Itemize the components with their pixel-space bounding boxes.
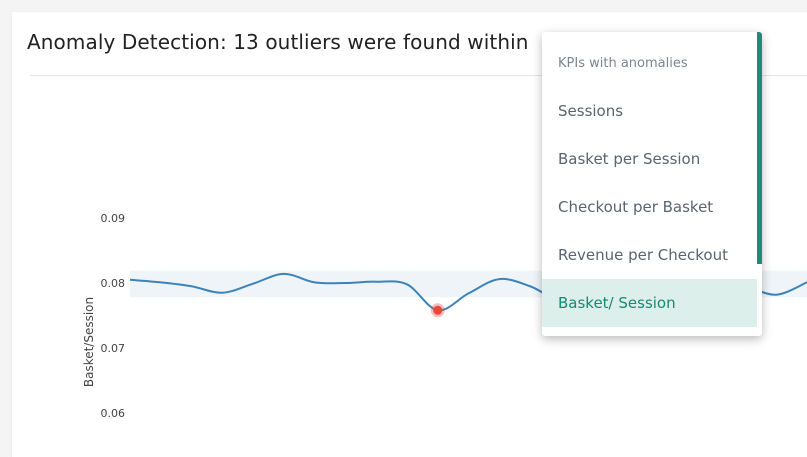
dropdown-item-basket-session-selected[interactable]: Basket/ Session — [542, 279, 757, 327]
anomaly-point[interactable] — [433, 305, 443, 315]
kpi-dropdown-menu[interactable]: KPIs with anomalies Sessions Basket per … — [542, 32, 762, 336]
dropdown-item-revenue-per-checkout[interactable]: Revenue per Checkout — [542, 231, 757, 279]
dropdown-scrollbar[interactable] — [757, 32, 762, 264]
y-tick-label: 0.06 — [101, 407, 126, 420]
y-tick-label: 0.09 — [101, 212, 126, 225]
dropdown-item-sessions[interactable]: Sessions — [542, 87, 757, 135]
dropdown-header: KPIs with anomalies — [558, 56, 688, 71]
y-tick-label: 0.07 — [101, 342, 126, 355]
y-axis-label: Basket/Session — [82, 297, 96, 387]
dropdown-item-basket-per-session[interactable]: Basket per Session — [542, 135, 757, 183]
dropdown-item-checkout-per-basket[interactable]: Checkout per Basket — [542, 183, 757, 231]
y-tick-label: 0.08 — [101, 277, 126, 290]
